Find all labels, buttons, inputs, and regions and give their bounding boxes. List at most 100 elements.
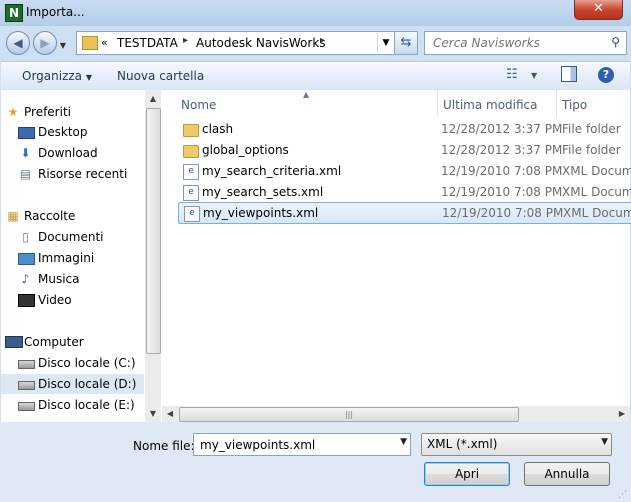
nav-computer[interactable]: Computer [1,332,144,352]
nav-download[interactable]: ⬇ Download [1,143,144,163]
file-row-search-sets[interactable]: e my_search_sets.xml 12/19/2010 7:08 PM … [178,182,631,202]
drive-icon [18,360,35,369]
search-input[interactable] [431,35,605,51]
back-button[interactable]: ◀ [6,31,30,55]
nav-computer-label: Computer [24,335,84,349]
crumb-separator[interactable]: ▸ [183,35,188,46]
scroll-down-arrow[interactable]: ▼ [145,405,161,422]
nav-documents[interactable]: ▯ Documenti [1,227,144,247]
address-bar[interactable]: « TESTDATA ▸ Autodesk NavisWorks ▸ ▼ [76,31,418,55]
forward-button[interactable]: ▶ [33,31,57,55]
nav-drive-e-label: Disco locale (E:) [38,398,135,412]
horizontal-scroll-thumb[interactable]: ||| [179,407,519,422]
nav-drive-d[interactable]: Disco locale (D:) [1,374,144,394]
star-icon: ★ [7,105,19,119]
file-type-value: XML (*.xml) [427,437,498,451]
nav-scrollbar[interactable]: ▲ ▼ [145,90,161,422]
help-icon[interactable]: ? [598,67,614,83]
file-row-search-criteria[interactable]: e my_search_criteria.xml 12/19/2010 7:08… [178,161,631,181]
folder-icon [82,36,98,50]
crumb-separator[interactable]: ▸ [320,35,325,46]
crumb-navisworks[interactable]: Autodesk NavisWorks [196,36,326,50]
nav-documents-label: Documenti [38,230,104,244]
scroll-left-arrow[interactable]: ◀ [162,406,178,422]
browser-body: ★ Preferiti Desktop ⬇ Download ▤ Risorse… [1,90,631,422]
close-button[interactable]: ✕ [574,0,623,20]
title-bar: N Importa... ✕ [0,0,631,26]
file-name: global_options [202,143,289,157]
nav-pictures-label: Immagini [38,251,95,265]
address-dropdown[interactable]: ▼ [377,33,394,53]
file-row-clash[interactable]: clash 12/28/2012 3:37 PM File folder [178,119,631,139]
command-bar: Organizza ▼ Nuova cartella ☷ ▼ ? [1,61,630,91]
folder-icon [183,145,199,158]
xml-file-icon: e [183,164,199,180]
file-date: 12/28/2012 3:37 PM [441,143,563,157]
file-name: my_viewpoints.xml [203,206,319,220]
organize-label: Organizza [22,69,83,83]
file-name-input[interactable] [198,437,387,453]
file-type: XML Document [562,164,631,178]
scroll-up-arrow[interactable]: ▲ [145,90,161,107]
recent-places-icon: ▤ [19,167,32,181]
nav-drive-c[interactable]: Disco locale (C:) [1,353,144,373]
documents-icon: ▯ [22,230,29,244]
resize-grip-icon[interactable]: ⋰ [618,490,627,500]
file-row-global-options[interactable]: global_options 12/28/2012 3:37 PM File f… [178,140,631,160]
chevron-down-icon[interactable]: ▼ [601,437,608,447]
view-dropdown-icon[interactable]: ▼ [531,71,537,80]
nav-music[interactable]: ♪ Musica [1,269,144,289]
open-button[interactable]: Apri [424,462,510,486]
nav-video[interactable]: Video [1,290,144,310]
computer-icon [5,336,23,348]
crumb-testdata[interactable]: TESTDATA [117,36,178,50]
preview-pane-icon[interactable] [561,66,577,82]
nav-download-label: Download [38,146,98,160]
column-divider[interactable] [556,90,557,117]
sort-ascending-icon: ▲ [303,90,310,99]
column-divider[interactable] [437,90,438,117]
scroll-thumb[interactable] [146,108,161,354]
window-title: Importa... [26,5,85,19]
file-type-select[interactable]: XML (*.xml) ▼ [421,433,612,456]
nav-music-label: Musica [38,272,80,286]
recent-pages-dropdown[interactable]: ▼ [57,38,69,54]
desktop-icon [18,127,35,139]
file-name: my_search_sets.xml [202,185,324,199]
refresh-icon[interactable]: ⇆ [394,31,418,55]
nav-drive-d-label: Disco locale (D:) [38,377,137,391]
file-list: ▲ Nome Ultima modifica Tipo clash 12/28/… [162,90,631,422]
file-name: clash [202,122,234,136]
file-type: XML Document [563,206,631,220]
video-icon [18,294,35,307]
nav-favorites[interactable]: ★ Preferiti [1,102,144,122]
nav-libraries[interactable]: ▦ Raccolte [1,206,144,226]
file-name-combo[interactable]: ▼ [193,433,411,456]
drive-icon [18,381,35,390]
organize-button[interactable]: Organizza ▼ [22,69,92,83]
cancel-button[interactable]: Annulla [524,462,610,486]
nav-video-label: Video [38,293,72,307]
file-row-viewpoints[interactable]: e my_viewpoints.xml 12/19/2010 7:08 PM X… [178,202,631,224]
scroll-right-arrow[interactable]: ▶ [614,406,630,422]
file-name-label: Nome file: [133,439,195,453]
nav-drive-e[interactable]: Disco locale (E:) [1,395,144,415]
file-date: 12/19/2010 7:08 PM [441,185,563,199]
search-icon[interactable]: ⚲ [611,35,620,49]
nav-pictures[interactable]: Immagini [1,248,144,268]
nav-desktop[interactable]: Desktop [1,122,144,142]
new-folder-button[interactable]: Nuova cartella [117,69,204,83]
download-icon: ⬇ [20,146,31,160]
music-icon: ♪ [21,272,30,286]
nav-recent[interactable]: ▤ Risorse recenti [1,164,144,184]
horizontal-scrollbar[interactable]: ◀ ||| ▶ [162,406,630,422]
file-type: File folder [562,122,621,136]
search-box[interactable]: ⚲ [424,31,627,55]
file-date: 12/28/2012 3:37 PM [441,122,563,136]
view-options-icon[interactable]: ☷ [506,67,518,82]
file-type: XML Document [562,185,631,199]
chevron-down-icon[interactable]: ▼ [400,437,407,447]
nav-favorites-label: Preferiti [24,105,71,119]
address-overflow[interactable]: « [101,36,108,49]
folder-icon [183,124,199,137]
